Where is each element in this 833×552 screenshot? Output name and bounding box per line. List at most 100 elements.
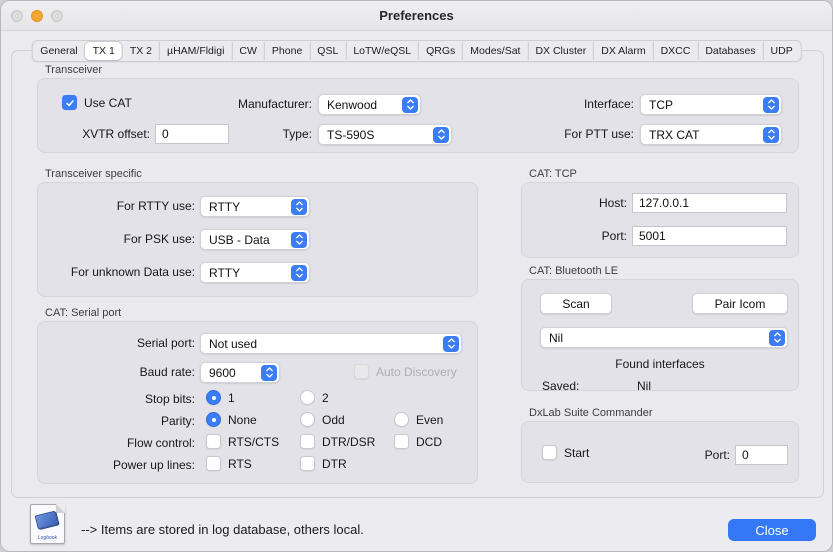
- flow-dcd-label: DCD: [416, 435, 442, 449]
- logbook-icon-caption: Logbook: [31, 535, 64, 541]
- flow-dtrdsr-checkbox[interactable]: DTR/DSR: [300, 434, 375, 449]
- power-dtr-checkbox[interactable]: DTR: [300, 456, 347, 471]
- pair-icom-button[interactable]: Pair Icom: [692, 293, 788, 314]
- tab-modes-sat[interactable]: Modes/Sat: [462, 42, 527, 60]
- radio-icon: [300, 412, 315, 427]
- unknown-data-use-value: RTTY: [209, 266, 291, 280]
- interface-value: TCP: [649, 98, 763, 112]
- section-title-transceiver-specific: Transceiver specific: [45, 168, 142, 180]
- unknown-data-use-label: For unknown Data use:: [45, 265, 195, 280]
- tab-phone[interactable]: Phone: [264, 42, 309, 60]
- logbook-icon: Logbook: [30, 504, 65, 544]
- manufacturer-popup[interactable]: Kenwood: [318, 94, 421, 115]
- tab-dxcc[interactable]: DXCC: [653, 42, 698, 60]
- use-cat-checkbox[interactable]: Use CAT: [62, 95, 132, 110]
- xvtr-offset-label: XVTR offset:: [50, 127, 150, 142]
- dxlab-port-field[interactable]: 0: [735, 445, 788, 465]
- ptt-use-popup[interactable]: TRX CAT: [640, 124, 782, 145]
- rtty-use-popup[interactable]: RTTY: [200, 196, 310, 217]
- ptt-use-label: For PTT use:: [534, 127, 634, 142]
- stepper-icon: [291, 232, 307, 248]
- baud-rate-popup[interactable]: 9600: [200, 362, 280, 383]
- bluetooth-interface-value: Nil: [549, 331, 769, 345]
- tcp-port-label: Port:: [547, 229, 627, 244]
- auto-discovery-checkbox[interactable]: Auto Discovery: [354, 364, 457, 379]
- checkbox-icon: [300, 456, 315, 471]
- radio-selected-icon: [206, 412, 221, 427]
- stop-bits-2-label: 2: [322, 391, 329, 405]
- power-rts-label: RTS: [228, 457, 252, 471]
- transceiver-specific-box: For RTTY use: RTTY For PSK use: USB - Da…: [37, 182, 478, 297]
- tab-general[interactable]: General: [33, 42, 84, 60]
- ptt-use-value: TRX CAT: [649, 128, 763, 142]
- found-interfaces-label: Found interfaces: [522, 357, 798, 371]
- checkbox-icon: [394, 434, 409, 449]
- scan-button[interactable]: Scan: [540, 293, 612, 314]
- stop-bits-1-label: 1: [228, 391, 235, 405]
- checkbox-checked-icon: [62, 95, 77, 110]
- power-up-lines-label: Power up lines:: [45, 458, 195, 473]
- parity-odd-label: Odd: [322, 413, 345, 427]
- checkbox-icon: [542, 445, 557, 460]
- parity-odd-radio[interactable]: Odd: [300, 412, 345, 427]
- interface-popup[interactable]: TCP: [640, 94, 782, 115]
- flow-dtrdsr-label: DTR/DSR: [322, 435, 375, 449]
- power-rts-checkbox[interactable]: RTS: [206, 456, 252, 471]
- manufacturer-value: Kenwood: [327, 98, 402, 112]
- titlebar: Preferences: [1, 1, 832, 31]
- tab-uham-fldigi[interactable]: µHAM/Fldigi: [159, 42, 231, 60]
- tab-qrgs[interactable]: QRGs: [418, 42, 462, 60]
- book-icon: [35, 511, 59, 530]
- host-field[interactable]: 127.0.0.1: [632, 193, 787, 213]
- parity-even-radio[interactable]: Even: [394, 412, 443, 427]
- flow-dcd-checkbox[interactable]: DCD: [394, 434, 442, 449]
- tab-cw[interactable]: CW: [231, 42, 264, 60]
- transceiver-box: Use CAT Manufacturer: Kenwood Interface:…: [37, 78, 799, 153]
- flow-rtscts-checkbox[interactable]: RTS/CTS: [206, 434, 279, 449]
- radio-selected-icon: [206, 390, 221, 405]
- tab-tx1[interactable]: TX 1: [85, 42, 122, 60]
- checkbox-icon: [206, 434, 221, 449]
- section-title-dxlab: DxLab Suite Commander: [529, 407, 653, 419]
- type-value: TS-590S: [327, 128, 433, 142]
- stepper-icon: [291, 199, 307, 215]
- checkbox-icon: [206, 456, 221, 471]
- dxlab-box: Start Port: 0: [521, 421, 799, 483]
- tcp-port-field[interactable]: 5001: [632, 226, 787, 246]
- type-popup[interactable]: TS-590S: [318, 124, 452, 145]
- cat-bluetooth-box: Scan Pair Icom Nil Found interfaces Save…: [521, 279, 799, 391]
- tab-udp[interactable]: UDP: [763, 42, 800, 60]
- host-value: 127.0.0.1: [639, 196, 689, 210]
- tab-dx-alarm[interactable]: DX Alarm: [593, 42, 652, 60]
- dxlab-start-label: Start: [564, 446, 589, 460]
- bluetooth-interface-popup[interactable]: Nil: [540, 327, 788, 348]
- tab-qsl[interactable]: QSL: [309, 42, 345, 60]
- unknown-data-use-popup[interactable]: RTTY: [200, 262, 310, 283]
- psk-use-label: For PSK use:: [45, 232, 195, 247]
- page-fold-icon: [56, 504, 65, 513]
- manufacturer-label: Manufacturer:: [192, 97, 312, 112]
- stepper-icon: [402, 97, 418, 113]
- cat-tcp-box: Host: 127.0.0.1 Port: 5001: [521, 182, 799, 258]
- serial-port-popup[interactable]: Not used: [200, 333, 462, 354]
- tab-bar: General TX 1 TX 2 µHAM/Fldigi CW Phone Q…: [31, 40, 801, 62]
- interface-label: Interface:: [534, 97, 634, 112]
- tab-lotw-eqsl[interactable]: LoTW/eQSL: [345, 42, 418, 60]
- rtty-use-label: For RTTY use:: [45, 199, 195, 214]
- storage-note: --> Items are stored in log database, ot…: [81, 522, 364, 537]
- stop-bits-1-radio[interactable]: 1: [206, 390, 235, 405]
- close-button[interactable]: Close: [728, 519, 816, 541]
- tab-databases[interactable]: Databases: [697, 42, 762, 60]
- type-label: Type:: [252, 127, 312, 142]
- xvtr-offset-field[interactable]: 0: [155, 124, 229, 144]
- stepper-icon: [443, 336, 459, 352]
- stepper-icon: [769, 330, 785, 346]
- saved-label: Saved:: [542, 379, 579, 393]
- psk-use-popup[interactable]: USB - Data: [200, 229, 310, 250]
- dxlab-start-checkbox[interactable]: Start: [542, 445, 589, 460]
- tab-tx2[interactable]: TX 2: [122, 42, 159, 60]
- stop-bits-2-radio[interactable]: 2: [300, 390, 329, 405]
- tab-dx-cluster[interactable]: DX Cluster: [527, 42, 593, 60]
- parity-none-label: None: [228, 413, 257, 427]
- parity-none-radio[interactable]: None: [206, 412, 257, 427]
